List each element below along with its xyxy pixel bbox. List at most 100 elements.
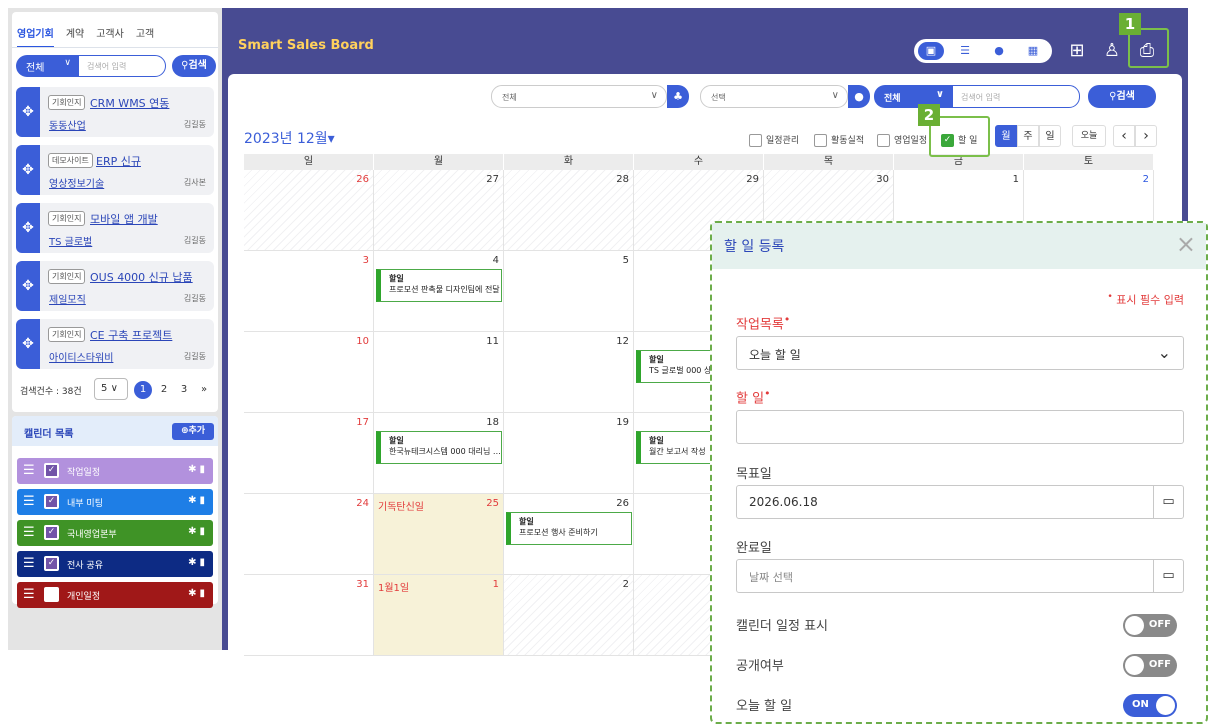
todo-input[interactable] [736,410,1184,444]
day-cell[interactable]: 11 [374,332,504,413]
opportunity-card[interactable]: ✥ 기회인지 CRM WMS 연동 동동산업 김길동 [16,87,214,137]
add-calendar-button[interactable]: ⊕추가 [172,423,214,440]
checkbox[interactable] [814,134,827,147]
drag-handle-icon[interactable]: ✥ [16,203,40,253]
today-todo-toggle[interactable]: ON [1123,694,1177,717]
day-cell[interactable]: 26 할일 프로모션 행사 준비하기 [504,494,634,575]
day-cell[interactable]: 4 할일 프로모션 판촉물 디자인팀에 전달 [374,251,504,332]
day-cell[interactable]: 19 [504,413,634,494]
day-cell[interactable]: 27 [374,170,504,251]
checkbox-checked[interactable]: ✓ [44,525,59,540]
day-cell[interactable]: 5 [504,251,634,332]
drag-handle-icon[interactable]: ✥ [16,261,40,311]
work-list-select[interactable]: 오늘 할 일 ⌄ [736,336,1184,370]
next-month-icon[interactable]: › [1135,125,1157,147]
trash-icon[interactable]: ▮ [199,495,208,506]
view-day[interactable]: 일 [1039,125,1061,147]
drag-handle-icon[interactable]: ☰ [23,588,35,601]
card-title-link[interactable]: CRM WMS 연동 [90,95,169,111]
tab-client-company[interactable]: 고객사 [96,25,124,48]
drag-handle-icon[interactable]: ✥ [16,145,40,195]
search-button[interactable]: ⚲검색 [172,55,216,77]
gear-icon[interactable]: ✱ [188,557,199,568]
prev-month-icon[interactable]: ‹ [1113,125,1135,147]
opportunity-card[interactable]: ✥ 기회인지 CE 구축 프로젝트 아이티스타워비 김길동 [16,319,214,369]
todo-event[interactable]: 할일 프로모션 판촉물 디자인팀에 전달 [376,269,502,302]
month-selector[interactable]: 2023년 12월▾ [244,128,335,148]
checkbox-checked[interactable]: ✓ [44,494,59,509]
calendar-item[interactable]: ☰ ✓ 작업일정 ✱▮ [17,458,213,484]
card-title-link[interactable]: OUS 4000 신규 납품 [90,269,193,285]
drag-handle-icon[interactable]: ☰ [23,464,35,477]
drag-handle-icon[interactable]: ✥ [16,87,40,137]
calendar-add-icon[interactable]: ⊞ [1065,41,1089,61]
trash-icon[interactable]: ▮ [199,588,208,599]
trash-icon[interactable]: ▮ [199,464,208,475]
opportunity-card[interactable]: ✥ 기회인지 모바일 앱 개발 TS 글로벌 김길동 [16,203,214,253]
checkbox[interactable] [44,587,59,602]
gear-icon[interactable]: ✱ [188,526,199,537]
checkbox[interactable] [877,134,890,147]
page-3[interactable]: 3 [175,381,193,399]
day-cell[interactable]: 31 [244,575,374,656]
calendar-view-icon[interactable]: ▣ [918,42,944,60]
user-view-icon[interactable]: ● [986,42,1012,60]
day-cell[interactable]: 25 기독탄신일 [374,494,504,575]
keyword-scope-select[interactable]: 전체 ∨ [874,85,952,108]
trash-icon[interactable]: ▮ [199,526,208,537]
close-icon[interactable]: × [1176,230,1196,258]
day-cell[interactable]: 24 [244,494,374,575]
drag-handle-icon[interactable]: ☰ [23,557,35,570]
calendar-item[interactable]: ☰ ✓ 내부 미팅 ✱▮ [17,489,213,515]
gear-icon[interactable]: ✱ [188,588,199,599]
check-sales[interactable]: 영업일정 [877,133,931,147]
opportunity-card[interactable]: ✥ 데모사이트 ERP 신규 영상정보기술 김사본 [16,145,214,195]
card-company-link[interactable]: 동동산업 [49,117,86,132]
day-cell[interactable]: 26 [244,170,374,251]
search-scope-select[interactable]: 전체 ∨ [16,55,78,77]
card-company-link[interactable]: 영상정보기술 [49,175,104,190]
scope-filter-select[interactable]: 전체 ∨ [491,85,667,108]
calendar-item[interactable]: ☰ ✓ 전사 공유 ✱▮ [17,551,213,577]
public-toggle[interactable]: OFF [1123,654,1177,677]
todo-event[interactable]: 할일 한국뉴테크시스템 000 대리님 미팅 [376,431,502,464]
card-company-link[interactable]: TS 글로벌 [49,233,92,248]
gear-icon[interactable]: ✱ [188,495,199,506]
tab-contract[interactable]: 계약 [66,25,84,48]
day-cell[interactable]: 28 [504,170,634,251]
page-next[interactable]: » [195,381,213,399]
day-cell[interactable]: 10 [244,332,374,413]
checkbox-checked[interactable]: ✓ [44,556,59,571]
person-icon[interactable]: ● [848,85,870,108]
card-title-link[interactable]: CE 구축 프로젝트 [90,327,172,343]
card-title-link[interactable]: ERP 신규 [96,153,141,169]
checkbox-checked[interactable]: ✓ [44,463,59,478]
check-schedule[interactable]: 일정관리 [749,133,799,147]
search-input[interactable]: 검색어 입력 [78,55,166,77]
drag-handle-icon[interactable]: ✥ [16,319,40,369]
day-cell[interactable]: 3 [244,251,374,332]
tab-opportunity[interactable]: 영업기회 [17,25,54,48]
checkbox[interactable] [749,134,762,147]
check-activity[interactable]: 활동실적 [814,133,864,147]
day-cell[interactable]: 18 할일 한국뉴테크시스템 000 대리님 미팅 [374,413,504,494]
page-size-select[interactable]: 5 ∨ [94,378,128,400]
day-cell[interactable]: 1 1월1일 [374,575,504,656]
page-1[interactable]: 1 [134,381,152,399]
gear-icon[interactable]: ✱ [188,464,199,475]
calendar-icon[interactable]: ▭ [1153,486,1183,518]
day-cell[interactable]: 17 [244,413,374,494]
done-date-field[interactable]: 날짜 선택 ▭ [736,559,1184,593]
user-add-icon[interactable]: ♙ [1100,41,1124,61]
member-filter-select[interactable]: 선택 ∨ [700,85,848,108]
calendar-item[interactable]: ☰ 개인일정 ✱▮ [17,582,213,608]
view-week[interactable]: 주 [1017,125,1039,147]
target-date-field[interactable]: 2026.06.18 ▭ [736,485,1184,519]
page-2[interactable]: 2 [155,381,173,399]
day-cell[interactable]: 2 [504,575,634,656]
today-button[interactable]: 오늘 [1072,125,1106,147]
grid-view-icon[interactable]: ▦ [1020,42,1046,60]
calendar-icon[interactable]: ▭ [1153,560,1183,592]
org-tree-icon[interactable]: ♣ [667,85,689,108]
card-company-link[interactable]: 아이티스타워비 [49,349,113,364]
